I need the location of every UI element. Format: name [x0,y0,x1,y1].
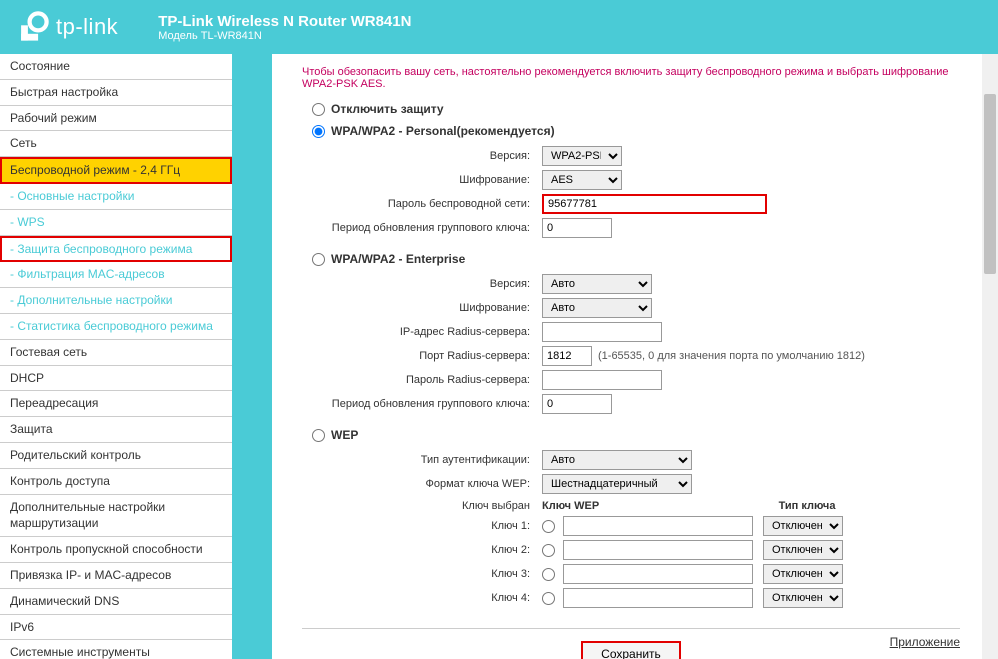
sidebar-item-2[interactable]: Рабочий режим [0,106,232,132]
input-wifi-password[interactable] [542,194,767,214]
input-wep-key3[interactable] [563,564,753,584]
input-radius-ip[interactable] [542,322,662,342]
select-key2-type[interactable]: Отключено [763,540,843,560]
radio-key4[interactable] [542,592,555,605]
sidebar-item-17[interactable]: Дополнительные настройки маршрутизации [0,495,232,538]
page-title: TP-Link Wireless N Router WR841N [158,13,411,30]
label-wpa-enterprise: WPA/WPA2 - Enterprise [331,252,465,266]
page-subtitle: Модель TL-WR841N [158,30,411,42]
input-wep-key4[interactable] [563,588,753,608]
sidebar-item-18[interactable]: Контроль пропускной способности [0,537,232,563]
scrollbar-thumb[interactable] [984,94,996,274]
radio-key3[interactable] [542,568,555,581]
select-personal-version[interactable]: WPA2-PSK [542,146,622,166]
radio-key1[interactable] [542,520,555,533]
label-key4: Ключ 4: [302,592,542,604]
select-personal-encryption[interactable]: AES [542,170,622,190]
input-enterprise-group-key[interactable] [542,394,612,414]
label-version: Версия: [302,150,542,162]
label-wep-format: Формат ключа WEP: [302,478,542,490]
save-button[interactable]: Сохранить [581,641,681,659]
radio-wep[interactable] [312,429,325,442]
label-key-selected: Ключ выбран [302,500,542,512]
input-wep-key2[interactable] [563,540,753,560]
label-key2: Ключ 2: [302,544,542,556]
header-key-type: Тип ключа [752,500,862,512]
content-panel: Чтобы обезопасить вашу сеть, настоятельн… [272,54,990,659]
input-radius-password[interactable] [542,370,662,390]
radio-wpa-personal[interactable] [312,125,325,138]
security-warning: Чтобы обезопасить вашу сеть, настоятельн… [302,66,960,90]
header-wep-key: Ключ WEP [542,500,742,512]
label-wpa-personal: WPA/WPA2 - Personal(рекомендуется) [331,124,555,138]
sidebar-item-15[interactable]: Родительский контроль [0,443,232,469]
label-key3: Ключ 3: [302,568,542,580]
label-wep: WEP [331,428,358,442]
hint-radius-port: (1-65535, 0 для значения порта по умолча… [598,350,865,362]
label-key1: Ключ 1: [302,520,542,532]
label-disable-security: Отключить защиту [331,102,444,116]
select-key4-type[interactable]: Отключено [763,588,843,608]
label-group-key-period: Период обновления группового ключа: [302,222,542,234]
sidebar-item-5[interactable]: - Основные настройки [0,184,232,210]
sidebar-item-21[interactable]: IPv6 [0,615,232,641]
label-radius-password: Пароль Radius-сервера: [302,374,542,386]
scrollbar[interactable] [982,54,998,659]
sidebar-item-7[interactable]: - Защита беспроводного режима [0,236,232,263]
sidebar-item-1[interactable]: Быстрая настройка [0,80,232,106]
select-wep-auth[interactable]: Авто [542,450,692,470]
select-enterprise-encryption[interactable]: Авто [542,298,652,318]
radio-wpa-enterprise[interactable] [312,253,325,266]
input-personal-group-key[interactable] [542,218,612,238]
sidebar-item-9[interactable]: - Дополнительные настройки [0,288,232,314]
sidebar-item-22[interactable]: Системные инструменты [0,640,232,659]
label-encryption: Шифрование: [302,174,542,186]
brand-text: tp-link [56,14,118,40]
select-enterprise-version[interactable]: Авто [542,274,652,294]
sidebar-item-19[interactable]: Привязка IP- и MAC-адресов [0,563,232,589]
select-key1-type[interactable]: Отключено [763,516,843,536]
sidebar-item-0[interactable]: Состояние [0,54,232,80]
sidebar-item-12[interactable]: DHCP [0,366,232,392]
sidebar-item-8[interactable]: - Фильтрация MAC-адресов [0,262,232,288]
sidebar-item-4[interactable]: Беспроводной режим - 2,4 ГГц [0,157,232,184]
brand-logo: tp-link [16,10,118,44]
select-wep-format[interactable]: Шестнадцатеричный [542,474,692,494]
label-ent-version: Версия: [302,278,542,290]
label-wifi-password: Пароль беспроводной сети: [302,198,542,210]
label-radius-port: Порт Radius-сервера: [302,350,542,362]
sidebar-item-11[interactable]: Гостевая сеть [0,340,232,366]
label-ent-group-key: Период обновления группового ключа: [302,398,542,410]
sidebar: СостояниеБыстрая настройкаРабочий режимС… [0,54,232,659]
radio-key2[interactable] [542,544,555,557]
sidebar-item-16[interactable]: Контроль доступа [0,469,232,495]
app-link[interactable]: Приложение [890,635,960,649]
header-titles: TP-Link Wireless N Router WR841N Модель … [158,13,411,42]
sidebar-item-10[interactable]: - Статистика беспроводного режима [0,314,232,340]
separator [302,628,960,629]
label-radius-ip: IP-адрес Radius-сервера: [302,326,542,338]
label-ent-encryption: Шифрование: [302,302,542,314]
radio-disable-security[interactable] [312,103,325,116]
header: tp-link TP-Link Wireless N Router WR841N… [0,0,998,54]
input-radius-port[interactable] [542,346,592,366]
select-key3-type[interactable]: Отключено [763,564,843,584]
sidebar-item-6[interactable]: - WPS [0,210,232,236]
sidebar-item-13[interactable]: Переадресация [0,391,232,417]
input-wep-key1[interactable] [563,516,753,536]
label-auth-type: Тип аутентификации: [302,454,542,466]
sidebar-item-3[interactable]: Сеть [0,131,232,157]
sidebar-item-20[interactable]: Динамический DNS [0,589,232,615]
tp-link-icon [16,10,50,44]
sidebar-item-14[interactable]: Защита [0,417,232,443]
